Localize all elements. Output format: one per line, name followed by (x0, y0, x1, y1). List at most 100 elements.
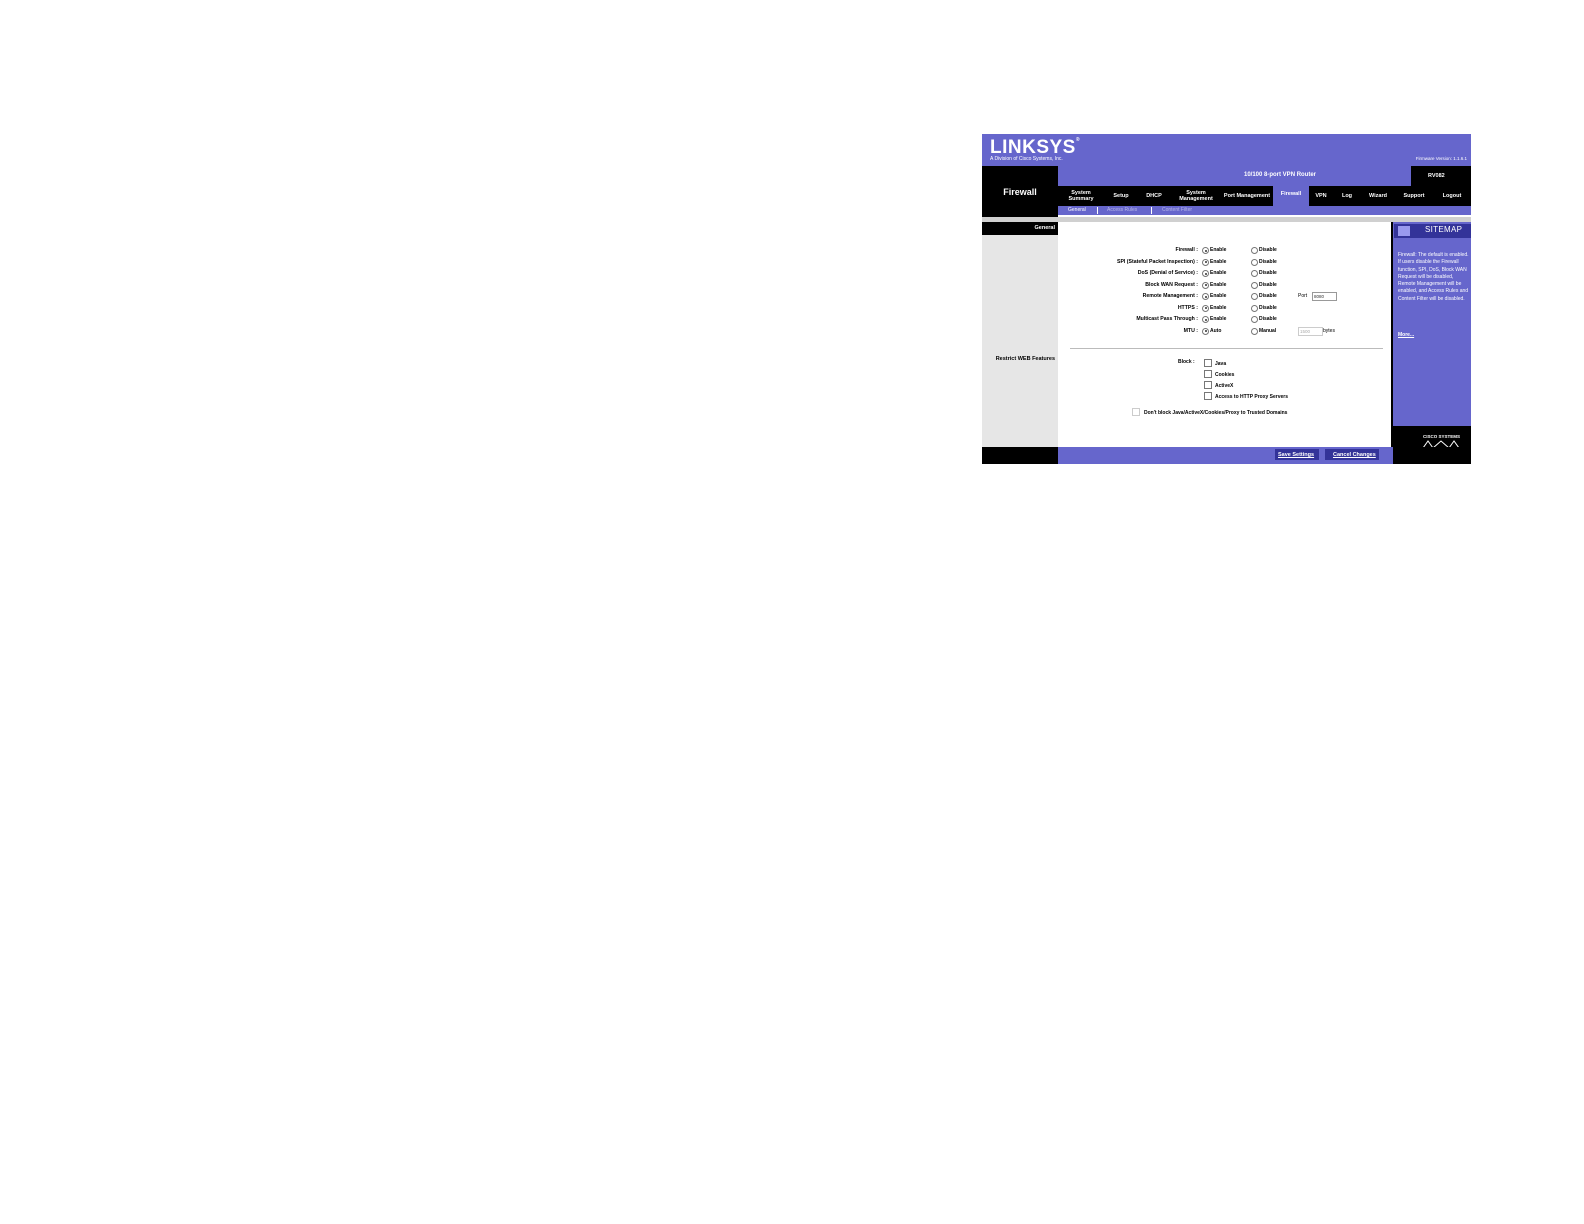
logo-subtitle: A Division of Cisco Systems, Inc. (990, 156, 1063, 162)
radio-label: Enable (1210, 281, 1227, 288)
nav-system-management[interactable]: System Management (1170, 186, 1222, 206)
radio-label: Disable (1259, 293, 1277, 299)
nav-port-management[interactable]: Port Management (1222, 186, 1272, 206)
block-wan-disable-radio[interactable] (1251, 281, 1258, 289)
mtu-auto-radio[interactable] (1202, 327, 1209, 335)
radio-label: Enable (1210, 293, 1227, 299)
section-title: Firewall (1003, 186, 1037, 197)
restrict-web-features-label: Restrict WEB Features (995, 356, 1055, 362)
nav-dhcp[interactable]: DHCP (1138, 186, 1170, 206)
nav-wizard[interactable]: Wizard (1361, 186, 1395, 206)
checkbox-label: Access to HTTP Proxy Servers (1215, 394, 1289, 400)
section-divider (1070, 348, 1383, 349)
router-web-ui-screenshot: LINKSYS® A Division of Cisco Systems, In… (982, 134, 1471, 464)
spi-enable-radio[interactable] (1202, 258, 1209, 266)
nav-support[interactable]: Support (1395, 186, 1433, 206)
radio-label: Enable (1210, 270, 1227, 276)
radio-label: Disable (1259, 304, 1277, 311)
setting-label: HTTPS : (1177, 304, 1198, 311)
radio-label: Disable (1259, 258, 1277, 265)
mtu-value-input[interactable]: 1500 (1298, 326, 1323, 336)
setting-label: Block WAN Request : (1145, 281, 1198, 288)
setting-label: Firewall : (1175, 247, 1199, 253)
checkbox-label: Java (1215, 361, 1227, 367)
block-wan-enable-radio[interactable] (1202, 281, 1209, 289)
radio-label: Enable (1210, 316, 1227, 322)
more-link[interactable]: More... (1398, 332, 1414, 338)
firmware-version: Firmware Version: 1.1.6.1 (1415, 156, 1467, 161)
nav-setup[interactable]: Setup (1104, 186, 1138, 206)
mtu-unit: bytes (1323, 327, 1335, 334)
subnav-content-filter[interactable]: Content Filter (1162, 206, 1192, 215)
left-general-tab: General (982, 222, 1058, 235)
radio-label: Manual (1259, 327, 1277, 334)
setting-row-spi: SPI (Stateful Packet Inspection) : Enabl… (1058, 258, 1393, 269)
radio-label: Enable (1210, 258, 1227, 265)
checkbox-label: Cookies (1215, 372, 1235, 378)
nav-firewall[interactable]: Firewall (1273, 183, 1309, 206)
radio-label: Disable (1259, 316, 1277, 322)
left-column (982, 222, 1058, 452)
sitemap-panel-border (1391, 222, 1393, 447)
block-cookies-checkbox[interactable] (1204, 370, 1212, 378)
radio-label: Enable (1210, 304, 1227, 311)
cancel-changes-button[interactable]: Cancel Changes (1333, 452, 1376, 458)
setting-label: Remote Management : (1142, 293, 1198, 299)
nav-vpn[interactable]: VPN (1309, 186, 1333, 206)
remote-mgmt-disable-radio[interactable] (1251, 293, 1258, 300)
sitemap-icon (1398, 226, 1410, 236)
setting-row-block-wan: Block WAN Request : Enable Disable (1058, 281, 1393, 292)
block-label: Block : (1178, 359, 1195, 365)
radio-label: Disable (1259, 270, 1277, 276)
firewall-disable-radio[interactable] (1251, 247, 1258, 254)
block-java-checkbox[interactable] (1204, 359, 1212, 367)
setting-label: Multicast Pass Through : (1136, 316, 1198, 322)
subnav-divider (1097, 207, 1098, 214)
model-name: RV082 (1428, 173, 1445, 179)
setting-label: MTU : (1183, 327, 1198, 334)
dos-enable-radio[interactable] (1202, 270, 1209, 277)
setting-row-multicast: Multicast Pass Through : Enable Disable (1058, 315, 1393, 326)
subnav-divider (1151, 207, 1152, 214)
setting-row-remote-management: Remote Management : Enable Disable Port … (1058, 292, 1393, 303)
trusted-domains-label: Don't block Java/ActiveX/Cookies/Proxy t… (1144, 410, 1288, 416)
trusted-domains-checkbox[interactable] (1132, 408, 1140, 416)
footer-left (982, 447, 1058, 464)
setting-label: SPI (Stateful Packet Inspection) : (1117, 258, 1198, 265)
remote-mgmt-enable-radio[interactable] (1202, 293, 1209, 300)
checkbox-label: ActiveX (1215, 383, 1234, 389)
remote-mgmt-port-input[interactable]: 8080 (1312, 292, 1337, 301)
product-bar (1058, 166, 1411, 186)
subnav-general[interactable]: General (1068, 206, 1086, 215)
block-activex-checkbox[interactable] (1204, 381, 1212, 389)
radio-label: Disable (1259, 247, 1277, 253)
spi-disable-radio[interactable] (1251, 258, 1258, 266)
cisco-logo-text: CISCO SYSTEMS (1423, 434, 1461, 439)
block-proxy-checkbox[interactable] (1204, 392, 1212, 400)
nav-log[interactable]: Log (1333, 186, 1361, 206)
radio-label: Disable (1259, 281, 1277, 288)
mtu-manual-radio[interactable] (1251, 327, 1258, 335)
setting-row-dos: DoS (Denial of Service) : Enable Disable (1058, 269, 1393, 280)
dos-disable-radio[interactable] (1251, 270, 1258, 277)
main-content: Firewall : Enable Disable SPI (Stateful … (1058, 222, 1393, 448)
save-settings-button[interactable]: Save Settings (1278, 452, 1314, 458)
port-label: Port (1298, 293, 1308, 299)
sitemap-title[interactable]: SITEMAP (1425, 225, 1462, 234)
footer-right (1393, 447, 1471, 464)
https-enable-radio[interactable] (1202, 304, 1209, 312)
firewall-enable-radio[interactable] (1202, 247, 1209, 254)
https-disable-radio[interactable] (1251, 304, 1258, 312)
nav-system-summary[interactable]: System Summary (1058, 186, 1104, 206)
radio-label: Enable (1210, 247, 1227, 253)
multicast-enable-radio[interactable] (1202, 316, 1209, 323)
radio-label: Auto (1210, 327, 1222, 334)
setting-row-https: HTTPS : Enable Disable (1058, 304, 1393, 315)
product-name: 10/100 8-port VPN Router (1244, 172, 1317, 178)
multicast-disable-radio[interactable] (1251, 316, 1258, 323)
subnav-access-rules[interactable]: Access Rules (1107, 206, 1137, 215)
nav-logout[interactable]: Logout (1433, 186, 1471, 206)
setting-row-firewall: Firewall : Enable Disable (1058, 246, 1393, 257)
setting-label: DoS (Denial of Service) : (1137, 270, 1198, 276)
help-text: Firewall: The default is enabled. If use… (1398, 252, 1469, 302)
